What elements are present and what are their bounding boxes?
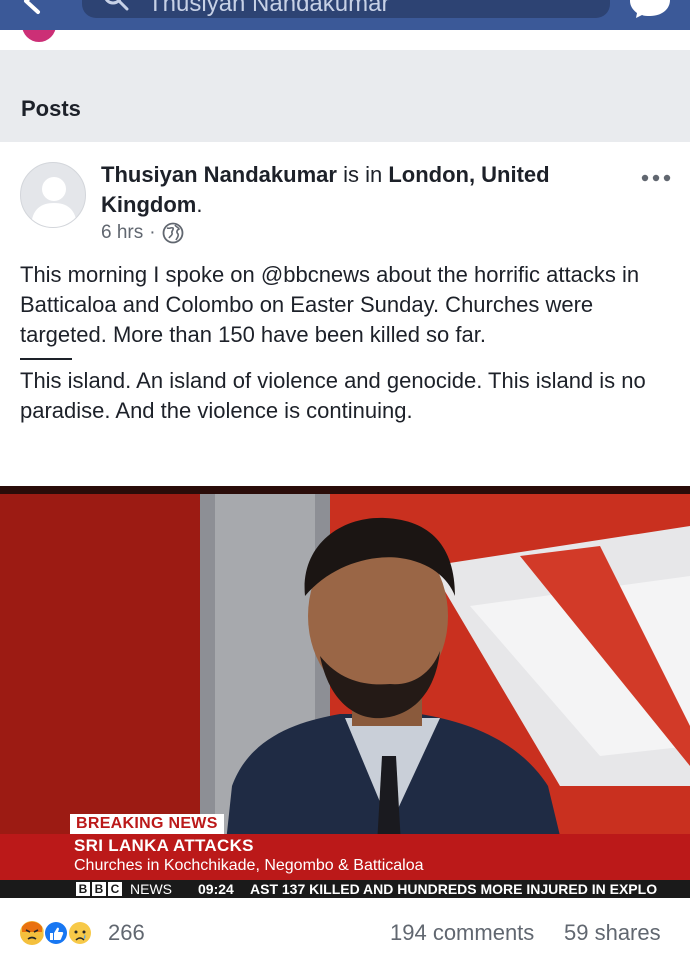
post-paragraph-1: This morning I spoke on @bbcnews about t… <box>20 262 640 347</box>
globe-icon <box>162 222 183 244</box>
posts-title: Posts <box>21 96 81 121</box>
bbc-logo-letter: C <box>108 882 122 896</box>
comments-count-link[interactable]: 194 comments <box>390 920 534 946</box>
back-arrow-icon[interactable] <box>18 0 48 16</box>
post-author-line: Thusiyan Nandakumar is in London, United… <box>101 160 621 220</box>
reaction-count[interactable]: 266 <box>108 920 145 946</box>
messenger-icon[interactable] <box>628 0 672 18</box>
bbc-logo-letter: B <box>92 882 106 896</box>
post-divider-line <box>20 358 72 360</box>
post-paragraph-2: This island. An island of violence and g… <box>20 368 646 423</box>
breaking-news-subheadline: Churches in Kochchikade, Negombo & Batti… <box>74 857 424 874</box>
shares-count-link[interactable]: 59 shares <box>564 920 661 946</box>
search-icon <box>104 0 129 11</box>
profile-story-avatar[interactable] <box>22 30 56 42</box>
posts-section-header: Posts <box>0 50 690 142</box>
more-options-icon[interactable] <box>640 172 672 184</box>
default-avatar-icon <box>31 177 77 227</box>
meta-separator: · <box>149 222 156 243</box>
author-name-link[interactable]: Thusiyan Nandakumar <box>101 162 337 187</box>
search-query-text: Thusiyan Nandakumar <box>148 0 390 17</box>
location-end: . <box>196 192 203 217</box>
post-body: This morning I spoke on @bbcnews about t… <box>20 260 670 426</box>
channel-name: NEWS <box>130 881 172 897</box>
post-timestamp[interactable]: 6 hrs <box>101 222 143 244</box>
like-icon <box>43 920 69 946</box>
post-card: Thusiyan Nandakumar is in London, United… <box>0 142 690 960</box>
broadcast-time: 09:24 <box>198 881 234 897</box>
bbc-logo-letter: B <box>76 882 90 896</box>
location-connector: is in <box>336 162 389 187</box>
news-crawl-text: AST 137 KILLED AND HUNDREDS MORE INJURED… <box>250 881 658 897</box>
breaking-news-headline: SRI LANKA ATTACKS <box>74 836 254 855</box>
breaking-news-label: BREAKING NEWS <box>70 814 224 834</box>
post-meta: 6 hrs · <box>101 222 184 244</box>
post-photo[interactable]: BREAKING NEWS SRI LANKA ATTACKS Churches… <box>0 486 690 898</box>
story-strip <box>0 30 690 50</box>
search-input[interactable]: Thusiyan Nandakumar <box>82 0 610 18</box>
reaction-icons[interactable] <box>18 918 102 948</box>
top-navigation-bar: Thusiyan Nandakumar <box>0 0 690 30</box>
angry-icon <box>20 921 44 945</box>
sad-icon <box>67 920 93 946</box>
bbc-logo: B B C <box>76 882 122 896</box>
avatar[interactable] <box>20 162 86 228</box>
